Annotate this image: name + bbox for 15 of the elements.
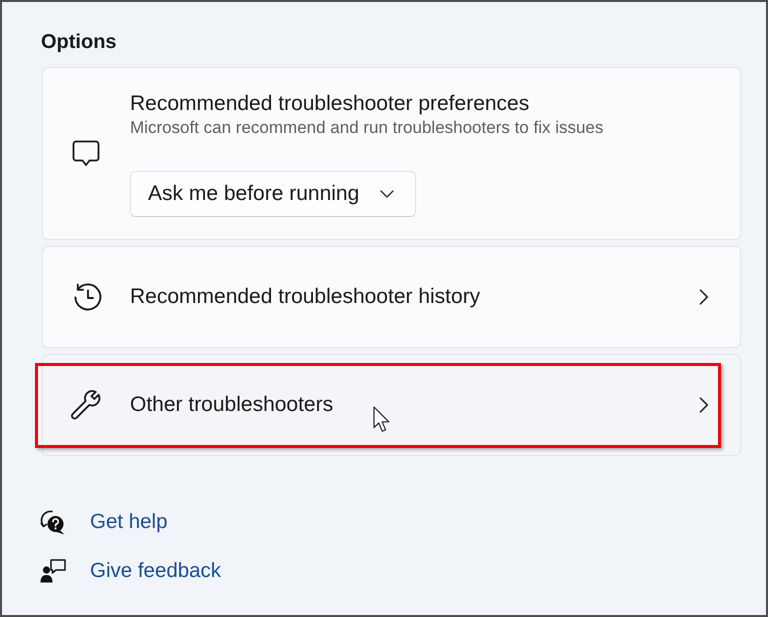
chevron-right-icon	[699, 289, 709, 305]
text-link[interactable]: Give feedback	[90, 559, 222, 583]
nav-card[interactable]: Recommended troubleshooter history	[42, 246, 741, 348]
setting-description: Microsoft can recommend and run troubleshooters to fix issues	[130, 116, 604, 138]
chevron-right-icon	[699, 397, 709, 413]
wrench-icon	[71, 390, 101, 420]
chevron-down-icon	[380, 190, 394, 198]
speech-bubble-icon	[72, 140, 100, 167]
cursor-icon	[373, 406, 391, 433]
person-speech-icon	[40, 559, 66, 583]
text-link[interactable]: Get help	[90, 510, 168, 534]
setting-title: Recommended troubleshooter preferences	[130, 90, 530, 116]
dropdown[interactable]: Ask me before running	[130, 170, 416, 216]
help-bubble-icon	[40, 508, 66, 536]
section-heading: Options	[41, 30, 117, 54]
